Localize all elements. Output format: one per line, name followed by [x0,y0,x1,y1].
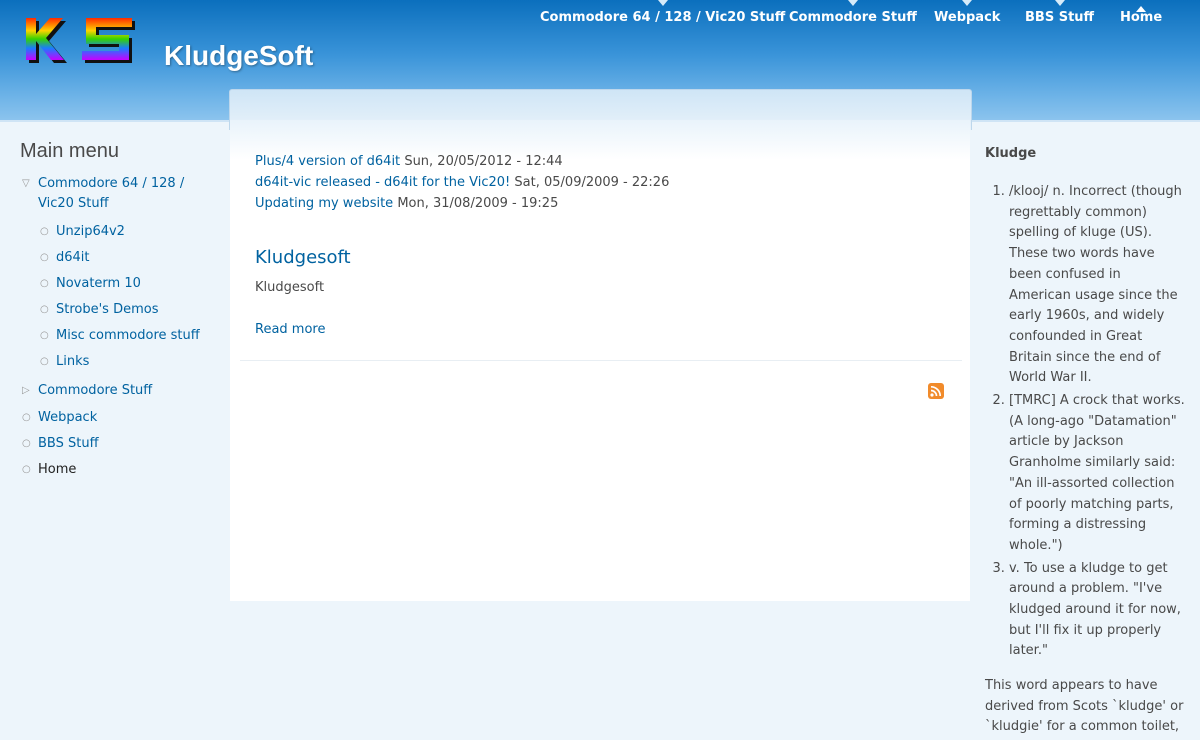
recent-post-link[interactable]: d64it-vic released - d64it for the Vic20… [255,175,510,190]
circle-bullet-icon: ○ [22,438,31,449]
recent-post-item: Updating my website Mon, 31/08/2009 - 19… [255,194,558,214]
definition-item: /klooj/ n. Incorrect (though regrettably… [1009,182,1185,389]
recent-post-link[interactable]: Plus/4 version of d64it [255,154,400,169]
menu-item-label[interactable]: Commodore Stuff [38,381,152,401]
definition-list: /klooj/ n. Incorrect (though regrettably… [985,182,1185,664]
circle-bullet-icon: ○ [40,278,49,289]
nav-item-webpack[interactable]: Webpack [934,0,1000,25]
menu-item-label[interactable]: BBS Stuff [38,434,99,454]
nav-item-commodore-stuff[interactable]: Commodore Stuff [789,0,917,25]
circle-bullet-icon: ○ [22,464,31,475]
recent-post-link[interactable]: Updating my website [255,196,393,211]
circle-bullet-icon: ○ [40,356,49,367]
circle-bullet-icon: ○ [40,226,49,237]
site-name[interactable]: KludgeSoft [164,40,313,72]
definition-item: v. To use a kludge to get around a probl… [1009,559,1185,663]
recent-post-date: Mon, 31/08/2009 - 19:25 [397,196,559,211]
circle-bullet-icon: ○ [40,330,49,341]
circle-bullet-icon: ○ [22,412,31,423]
menu-item-label[interactable]: Vic20 Stuff [38,194,109,214]
collapsed-triangle-icon: ▷ [22,385,30,396]
rss-feed-icon[interactable] [928,383,944,399]
sidebar-right: Kludge /klooj/ n. Incorrect (though regr… [985,146,1185,734]
menu-item-label[interactable]: Webpack [38,408,97,428]
sidebar-left: Main menu ▽ Commodore 64 / 128 / Vic20 S… [20,140,220,477]
recent-post-item: d64it-vic released - d64it for the Vic20… [255,173,669,193]
main-content: Plus/4 version of d64it Sun, 20/05/2012 … [230,120,970,601]
recent-post-date: Sun, 20/05/2012 - 12:44 [404,154,563,169]
kludge-block-title: Kludge [985,146,1037,161]
menu-item-label[interactable]: Novaterm 10 [56,274,141,294]
node-title[interactable]: Kludgesoft [255,247,351,268]
read-more-link[interactable]: Read more [255,322,325,337]
definition-item: [TMRC] A crock that works. (A long-ago "… [1009,391,1185,557]
origin-paragraph: This word appears to have derived from S… [985,678,1184,735]
menu-item-label[interactable]: Unzip64v2 [56,222,125,242]
recent-post-item: Plus/4 version of d64it Sun, 20/05/2012 … [255,152,563,172]
menu-item-label-active[interactable]: Home [38,460,76,480]
divider [240,360,962,361]
kludgesoft-logo[interactable] [24,16,140,64]
menu-item-label[interactable]: Commodore 64 / 128 / [38,174,184,194]
expanded-triangle-icon: ▽ [22,178,30,189]
menu-item-label[interactable]: Links [56,352,89,372]
recent-post-date: Sat, 05/09/2009 - 22:26 [514,175,670,190]
menu-item-label[interactable]: d64it [56,248,90,268]
nav-item-home[interactable]: Home [1120,6,1162,25]
circle-bullet-icon: ○ [40,304,49,315]
menu-item-label[interactable]: Strobe's Demos [56,300,159,320]
menu-item-label[interactable]: Misc commodore stuff [56,326,200,346]
nav-item-bbs-stuff[interactable]: BBS Stuff [1025,0,1094,25]
node-body: Kludgesoft [255,280,325,295]
circle-bullet-icon: ○ [40,252,49,263]
main-menu-title: Main menu [20,140,119,162]
nav-item-commodore-64-128-vic20[interactable]: Commodore 64 / 128 / Vic20 Stuff [540,0,785,25]
